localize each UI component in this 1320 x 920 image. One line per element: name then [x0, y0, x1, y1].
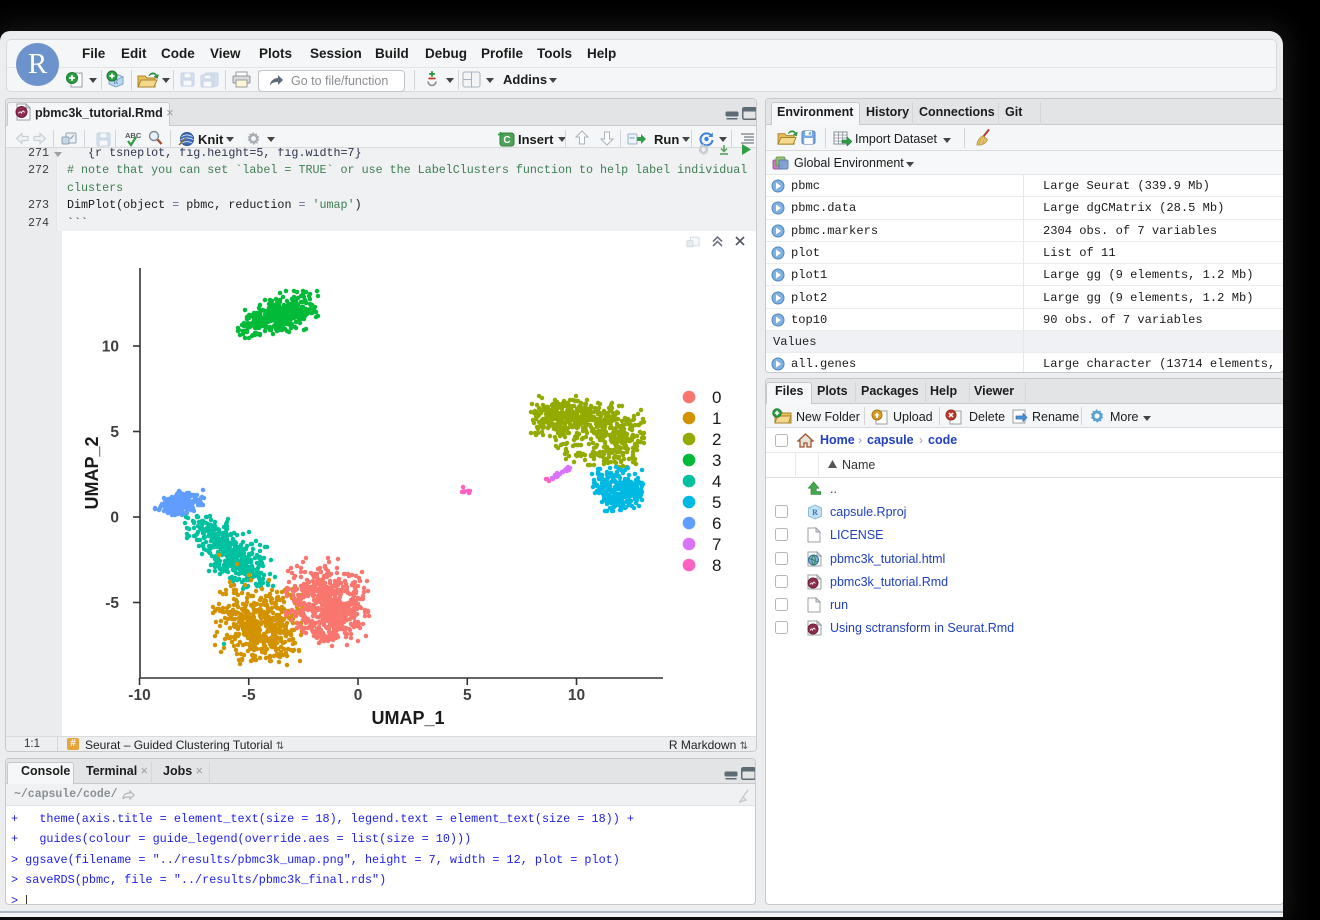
svg-text:10: 10: [102, 339, 119, 356]
svg-text:1: 1: [712, 409, 721, 428]
svg-text:10: 10: [568, 687, 585, 704]
svg-text:5: 5: [463, 687, 472, 704]
svg-text:UMAP_1: UMAP_1: [371, 708, 444, 728]
svg-text:7: 7: [712, 535, 721, 554]
svg-text:8: 8: [712, 556, 721, 575]
svg-text:5: 5: [110, 424, 119, 441]
svg-text:-5: -5: [105, 595, 119, 612]
svg-text:-5: -5: [242, 687, 256, 704]
svg-text:0: 0: [110, 510, 119, 527]
svg-text:ABC: ABC: [125, 131, 142, 140]
svg-text:0: 0: [712, 388, 721, 407]
svg-text:2: 2: [712, 430, 721, 449]
svg-text:6: 6: [712, 514, 721, 533]
svg-text:3: 3: [712, 451, 721, 470]
svg-text:C: C: [503, 135, 510, 146]
svg-text:UMAP_2: UMAP_2: [82, 436, 102, 509]
svg-text:5: 5: [712, 493, 721, 512]
svg-text:4: 4: [712, 472, 721, 491]
svg-text:-10: -10: [128, 687, 150, 704]
svg-text:R: R: [812, 508, 818, 517]
svg-text:0: 0: [354, 687, 363, 704]
